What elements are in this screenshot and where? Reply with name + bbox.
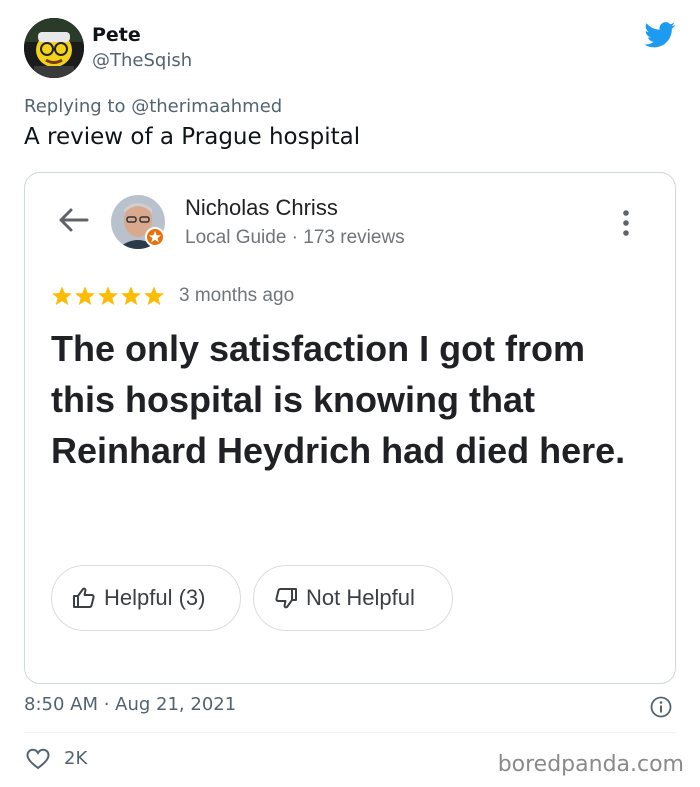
reviewer-name[interactable]: Nicholas Chriss (185, 195, 338, 221)
review-card-image[interactable]: Nicholas Chriss Local Guide · 173 review… (24, 172, 676, 684)
tweet-text: A review of a Prague hospital (24, 124, 361, 150)
author-avatar[interactable] (24, 18, 84, 78)
reviewer-meta: Local Guide · 173 reviews (185, 227, 405, 248)
divider (24, 732, 676, 733)
local-guide-badge-icon (145, 227, 165, 247)
helpful-label: Helpful (3) (104, 585, 206, 610)
replying-to-line: Replying to @therimaahmed (24, 96, 282, 117)
not-helpful-label: Not Helpful (306, 585, 415, 610)
more-options-icon[interactable] (621, 209, 631, 237)
heart-icon[interactable] (26, 748, 50, 770)
review-time-ago: 3 months ago (179, 285, 295, 306)
like-count: 2K (64, 748, 88, 769)
watermark: boredpanda.com (497, 752, 684, 777)
author-handle[interactable]: @TheSqish (92, 50, 192, 71)
tweet-header: Pete @TheSqish (24, 18, 684, 80)
not-helpful-button[interactable]: Not Helpful (253, 565, 453, 631)
author-name[interactable]: Pete (92, 24, 141, 46)
star-icon (52, 286, 72, 305)
star-icon (144, 286, 164, 305)
replying-to-handle[interactable]: @therimaahmed (131, 96, 282, 117)
star-icon (121, 286, 141, 305)
review-text: The only satisfaction I got from this ho… (51, 328, 626, 471)
info-icon[interactable] (650, 696, 672, 718)
star-rating (51, 285, 165, 311)
helpful-button[interactable]: Helpful (3) (51, 565, 241, 631)
twitter-bird-icon[interactable] (644, 22, 676, 48)
thumbs-down-icon (275, 588, 297, 609)
replying-to-prefix: Replying to (24, 96, 126, 117)
star-icon (75, 286, 95, 305)
thumbs-up-icon (73, 587, 95, 608)
tweet-timestamp[interactable]: 8:50 AM · Aug 21, 2021 (24, 694, 236, 715)
back-arrow-icon[interactable] (57, 207, 89, 233)
star-icon (98, 286, 118, 305)
